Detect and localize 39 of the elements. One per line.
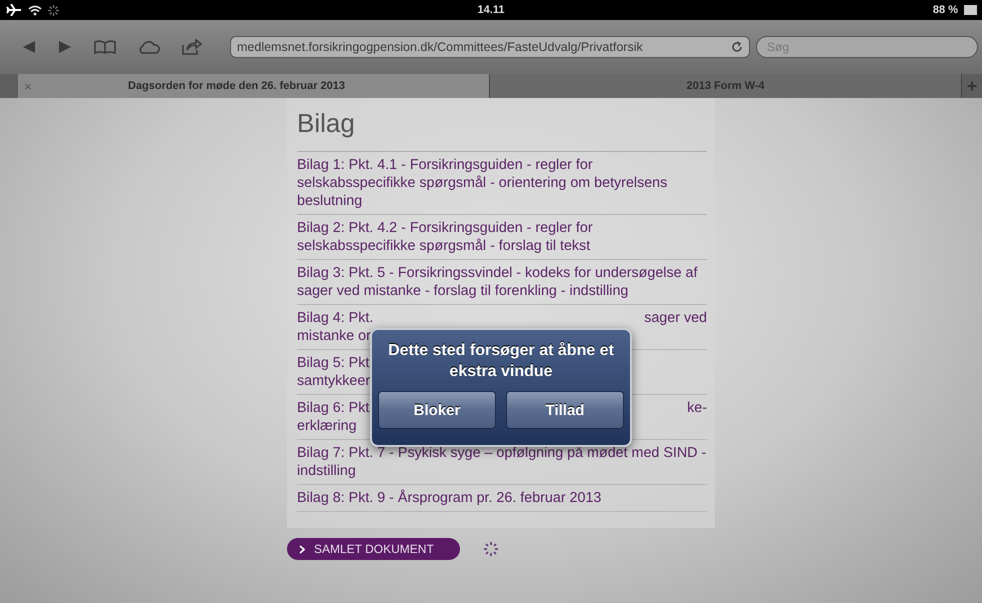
reload-icon[interactable] [731, 41, 743, 53]
loading-spinner-icon [484, 542, 498, 556]
back-icon[interactable] [22, 40, 36, 54]
attachment-link[interactable]: Bilag 5: Pkt [297, 354, 370, 372]
browser-tab[interactable]: × Dagsorden for møde den 26. februar 2013 [18, 74, 490, 98]
section-heading: Bilag [297, 98, 707, 152]
address-field[interactable]: medlemsnet.forsikringogpension.dk/Committees/FasteUdvalg/Privatforsik [230, 36, 750, 58]
activity-icon [48, 4, 59, 16]
attachment-link[interactable]: Bilag 6: Pkt [297, 399, 370, 417]
document-button[interactable]: SAMLET DOKUMENT [287, 538, 460, 560]
attachment-link[interactable]: Bilag 8: Pkt. 9 - Årsprogram pr. 26. februar 2013 [297, 489, 602, 507]
attachment-link[interactable]: Bilag 7: Pkt. 7 - Psykisk syge – opfølgning på mødet med SIND - [297, 444, 706, 462]
bookmarks-icon[interactable] [94, 40, 116, 54]
forward-icon[interactable] [58, 40, 72, 54]
battery-percent: 88 % [932, 4, 958, 16]
attachment-link[interactable]: Bilag 2: Pkt. 4.2 - Forsikringsguiden - regler for [297, 219, 593, 237]
chevron-icon [299, 544, 305, 554]
alert-button[interactable]: Bloker [378, 391, 496, 429]
attachment-link[interactable]: indstilling [297, 462, 356, 480]
attachment-link[interactable]: sager ved mistanke - forslag til forenkling - indstilling [297, 282, 628, 300]
attachment-link[interactable]: erklæring [297, 417, 357, 435]
attachment-link[interactable]: selskabsspecifikke spørgsmål - orientering om betyrelsens [297, 174, 668, 192]
cloud-icon[interactable] [138, 40, 160, 54]
attachment-link[interactable]: beslutning [297, 192, 362, 210]
attachment-link[interactable]: Bilag 3: Pkt. 5 - Forsikringssvindel - kodeks for undersøgelse af [297, 264, 698, 282]
wifi-icon [28, 4, 42, 16]
alert-button[interactable]: Tillad [506, 391, 624, 429]
attachment-link[interactable]: Bilag 1: Pkt. 4.1 - Forsikringsguiden - regler for [297, 156, 593, 174]
attachment-link[interactable]: sager ved [644, 309, 707, 327]
clock-time: 14.11 [478, 4, 504, 16]
alert-message: Dette sted forsøger at åbne et ekstra vindue [387, 340, 615, 382]
attachment-link[interactable]: Bilag 4: Pkt. [297, 309, 374, 327]
attachment-link[interactable]: ke- [687, 399, 707, 417]
attachment-link[interactable]: selskabsspecifikke spørgsmål - forslag til tekst [297, 237, 590, 255]
share-icon[interactable] [182, 39, 202, 55]
attachment-link[interactable]: mistanke or [297, 327, 371, 345]
airplane-icon [6, 4, 22, 16]
attachment-link[interactable]: samtykkeer [297, 372, 370, 390]
battery-icon [964, 5, 978, 15]
